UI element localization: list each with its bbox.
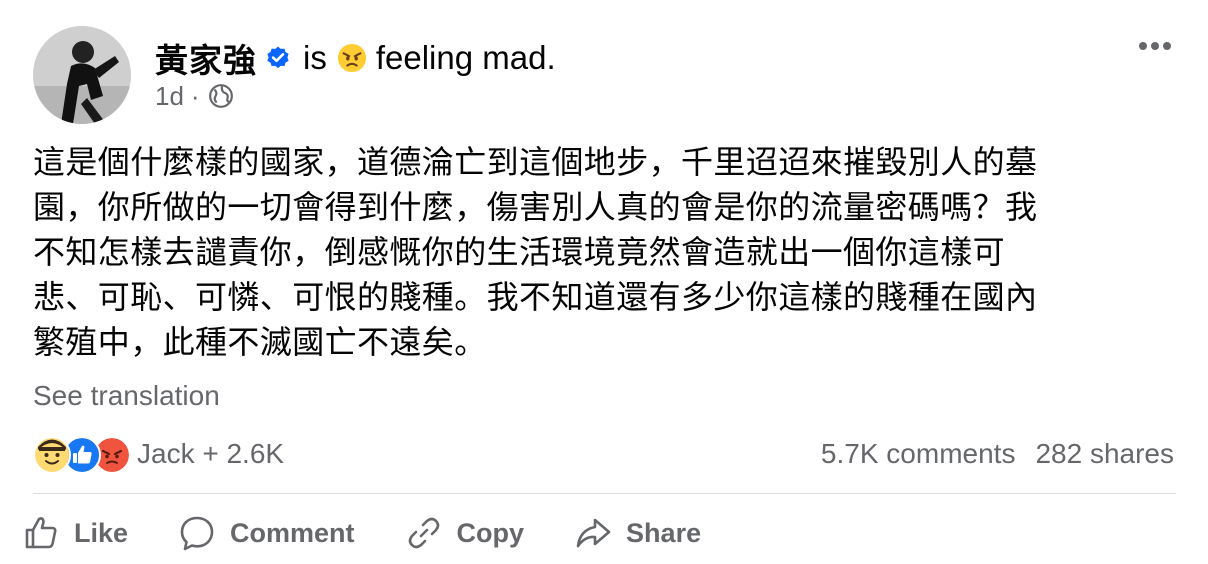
like-button[interactable]: Like (22, 510, 128, 556)
comments-count[interactable]: 5.7K comments (821, 438, 1016, 470)
action-bar: Like Comment Copy Share (22, 510, 701, 556)
divider (33, 493, 1176, 494)
share-icon (576, 518, 611, 548)
link-icon (408, 517, 439, 549)
reaction-icons[interactable] (33, 436, 133, 474)
globe-icon[interactable] (208, 83, 234, 109)
profile-photo (33, 26, 131, 124)
is-word: is (303, 39, 327, 76)
post-stats: 5.7K comments 282 shares (821, 438, 1174, 470)
avatar[interactable] (33, 26, 131, 124)
share-label: Share (626, 517, 702, 548)
angry-face-icon (337, 43, 366, 73)
post-time[interactable]: 1d (155, 81, 184, 112)
more-options-icon[interactable] (1138, 40, 1172, 52)
feeling-text: feeling mad. (375, 39, 556, 76)
post-meta: 1d · (155, 80, 234, 112)
share-button[interactable]: Share (574, 510, 701, 556)
see-translation-link[interactable]: See translation (33, 380, 220, 412)
verified-badge-icon (267, 46, 289, 69)
shares-count[interactable]: 282 shares (1035, 438, 1174, 470)
comment-icon (180, 516, 214, 551)
care-face-icon (33, 436, 71, 474)
copy-button[interactable]: Copy (405, 510, 525, 556)
reaction-summary[interactable]: Jack + 2.6K (137, 438, 284, 470)
comment-button[interactable]: Comment (178, 510, 355, 556)
copy-label: Copy (456, 517, 525, 548)
post-header-line: 黃家強 is feeling mad. (155, 36, 556, 80)
comment-label: Comment (230, 517, 355, 548)
author-name[interactable]: 黃家強 (155, 34, 257, 82)
meta-separator: · (190, 80, 200, 111)
like-label: Like (74, 517, 129, 548)
thumbs-up-icon (25, 517, 57, 549)
post-text: 這是個什麼樣的國家，道德淪亡到這個地步，千里迢迢來摧毀別人的墓 園，你所做的一切… (33, 143, 1038, 361)
